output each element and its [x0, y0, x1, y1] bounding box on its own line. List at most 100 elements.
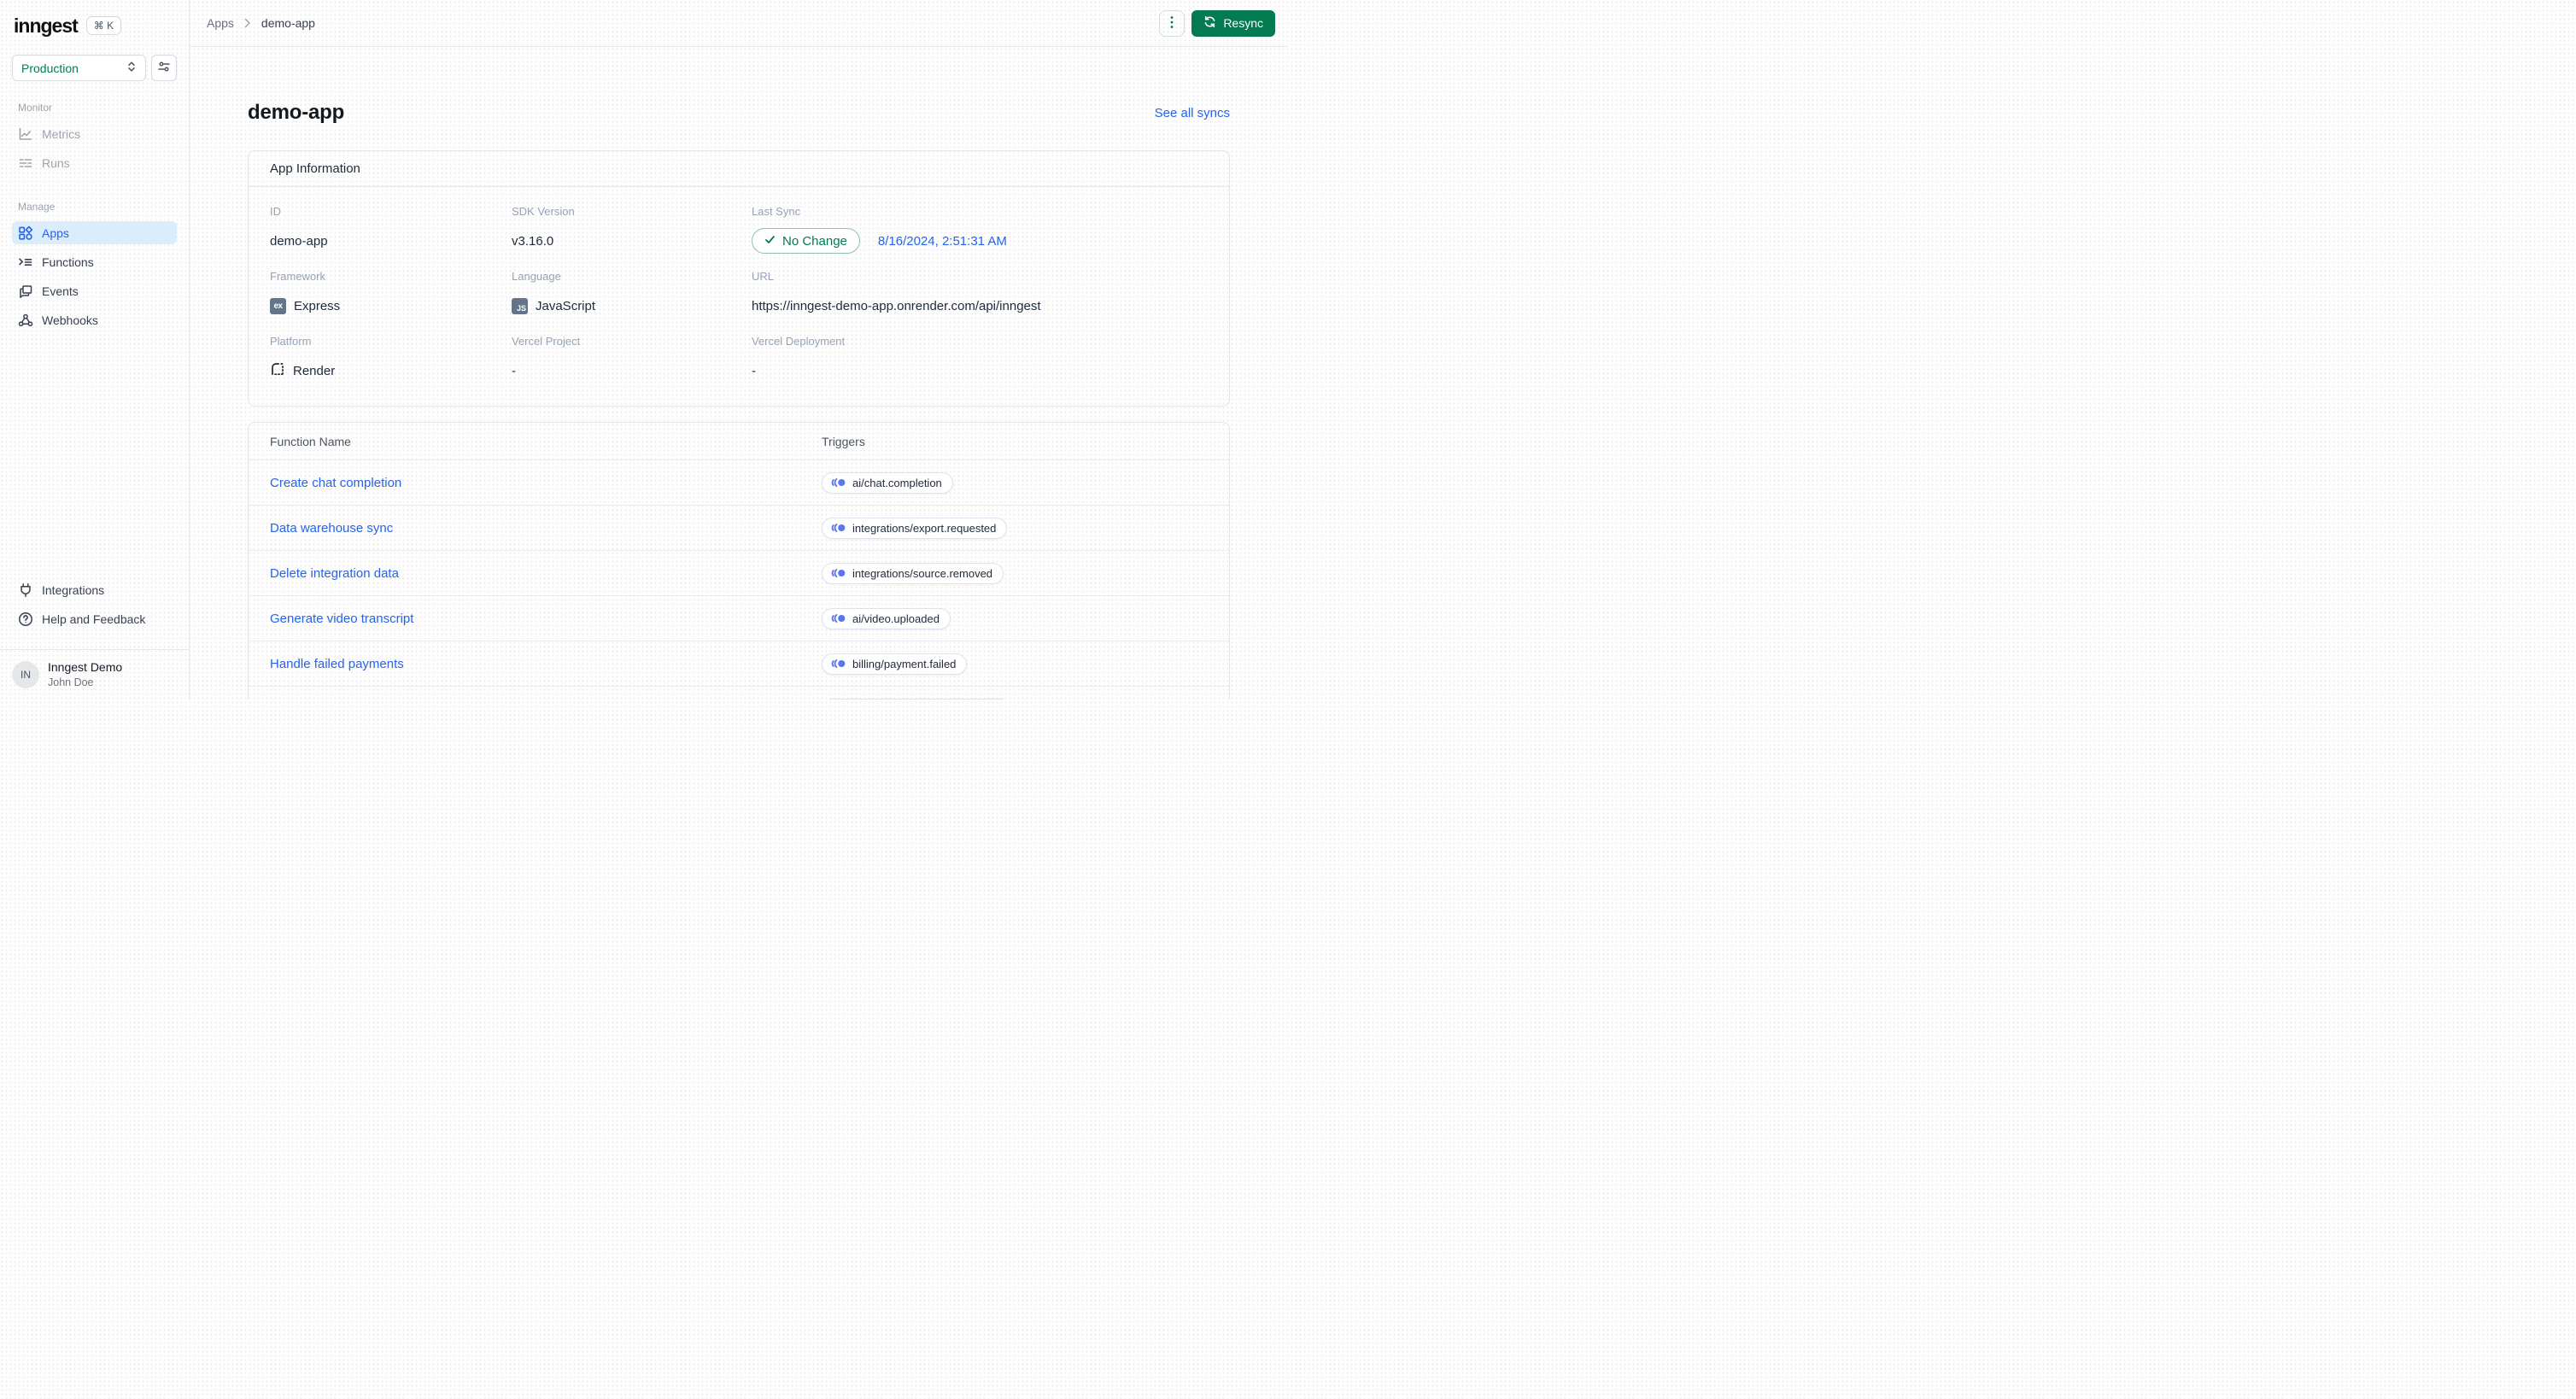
field-sdk-version: SDK Version v3.16.0: [512, 205, 752, 254]
field-label: Platform: [270, 335, 312, 348]
last-sync-timestamp-link[interactable]: 8/16/2024, 2:51:31 AM: [878, 234, 1007, 249]
field-platform: Platform Render: [270, 335, 512, 383]
sidebar-item-label: Help and Feedback: [42, 612, 146, 626]
table-header: Function Name Triggers: [249, 423, 1229, 460]
environment-row: Production: [12, 55, 177, 81]
framework-name: Express: [294, 298, 341, 313]
sidebar-item-label: Events: [42, 284, 79, 298]
page-content: demo-app See all syncs App Information I…: [190, 47, 1288, 700]
sidebar-item-label: Webhooks: [42, 313, 98, 327]
resync-button[interactable]: Resync: [1191, 9, 1275, 37]
environment-label: Production: [21, 61, 79, 75]
field-id: ID demo-app: [270, 205, 512, 254]
breadcrumb-apps[interactable]: Apps: [207, 16, 234, 30]
trigger-pill: ai/chat.completion: [822, 471, 953, 494]
title-row: demo-app See all syncs: [248, 101, 1230, 125]
field-label: Vercel Deployment: [752, 335, 846, 348]
see-all-syncs-link[interactable]: See all syncs: [1155, 106, 1230, 120]
table-row: Generate video transcript ai/video.uploa…: [249, 595, 1229, 641]
field-label: Last Sync: [752, 205, 801, 218]
trigger-pill: integrations/export.requested: [822, 517, 1008, 539]
more-actions-button[interactable]: [1159, 9, 1186, 37]
sidebar-item-label: Apps: [42, 225, 69, 240]
table-row: Delete integration data integrations/sou…: [249, 550, 1229, 595]
trigger-name: integrations/source.removed: [852, 566, 993, 580]
field-value: https://inngest-demo-app.onrender.com/ap…: [752, 298, 1041, 313]
sidebar-item-runs[interactable]: Runs: [12, 151, 177, 174]
environment-select[interactable]: Production: [12, 55, 146, 81]
sidebar-section-manage: Manage: [18, 201, 56, 213]
express-icon: ex: [270, 297, 286, 314]
field-label: Language: [512, 270, 561, 283]
resync-label: Resync: [1223, 16, 1263, 30]
field-label: URL: [752, 270, 775, 283]
app-root: inngest ⌘ K Production Monitor Metrics R…: [0, 0, 1288, 700]
app-information-grid: ID demo-app SDK Version v3.16.0 Last Syn…: [249, 187, 1229, 406]
field-vercel-deployment: Vercel Deployment -: [752, 335, 1208, 383]
refresh-icon: [1203, 15, 1216, 31]
function-link[interactable]: Delete integration data: [270, 566, 822, 581]
trigger-pill: ai/video.uploaded: [822, 607, 951, 629]
apps-grid-icon: [18, 225, 33, 241]
environment-settings-button[interactable]: [151, 55, 177, 81]
user-menu[interactable]: IN Inngest Demo John Doe: [0, 649, 189, 700]
trigger-name: ai/video.uploaded: [852, 612, 940, 625]
event-trigger-icon: [831, 613, 846, 623]
sidebar-item-label: Runs: [42, 155, 70, 170]
webhook-icon: [18, 313, 33, 328]
sidebar-item-help[interactable]: Help and Feedback: [12, 607, 177, 630]
user-name: John Doe: [48, 676, 94, 688]
check-icon: [764, 234, 776, 249]
trigger-pill: integrations/source.connected: [822, 698, 1012, 700]
sidebar-item-events[interactable]: Events: [12, 279, 177, 302]
topbar: Apps demo-app Resync: [190, 0, 1288, 47]
field-label: Vercel Project: [512, 335, 581, 348]
column-function-name: Function Name: [270, 434, 351, 448]
sidebar-item-functions[interactable]: Functions: [12, 250, 177, 273]
field-language: Language JS JavaScript: [512, 270, 752, 319]
chevron-updown-icon: [126, 61, 137, 75]
table-row: Data warehouse sync integrations/export.…: [249, 505, 1229, 550]
list-runs-icon: [18, 155, 33, 171]
page-title: demo-app: [248, 101, 345, 124]
event-trigger-icon: [831, 659, 846, 669]
functions-icon: [18, 255, 33, 270]
sidebar-item-webhooks[interactable]: Webhooks: [12, 308, 177, 331]
chart-icon: [18, 126, 33, 142]
table-row: Create chat completion ai/chat.completio…: [249, 460, 1229, 505]
field-label: ID: [270, 205, 281, 218]
trigger-name: integrations/export.requested: [852, 521, 997, 535]
function-link[interactable]: Create chat completion: [270, 476, 822, 490]
function-link[interactable]: Generate video transcript: [270, 612, 822, 626]
field-label: Framework: [270, 270, 326, 283]
sidebar-item-label: Metrics: [42, 126, 81, 141]
events-windows-icon: [18, 284, 33, 299]
user-info: Inngest Demo John Doe: [48, 660, 122, 689]
avatar: IN: [12, 661, 39, 689]
language-name: JavaScript: [536, 298, 596, 313]
sidebar-item-apps[interactable]: Apps: [12, 221, 177, 244]
function-link[interactable]: Handle failed payments: [270, 657, 822, 671]
sidebar: inngest ⌘ K Production Monitor Metrics R…: [0, 0, 190, 700]
field-value: -: [512, 363, 516, 378]
function-link[interactable]: Data warehouse sync: [270, 521, 822, 536]
logo-row: inngest ⌘ K: [0, 12, 189, 39]
column-triggers: Triggers: [822, 434, 865, 448]
app-information-card: App Information ID demo-app SDK Version …: [248, 150, 1230, 407]
sidebar-item-metrics[interactable]: Metrics: [12, 122, 177, 145]
field-label: SDK Version: [512, 205, 575, 218]
sidebar-section-monitor: Monitor: [18, 102, 53, 114]
field-last-sync: Last Sync No Change 8/16/2024, 2:51:31 A…: [752, 205, 1208, 254]
command-k-shortcut[interactable]: ⌘ K: [85, 16, 122, 35]
field-vercel-project: Vercel Project -: [512, 335, 752, 383]
field-value: JS JavaScript: [512, 293, 752, 319]
kebab-icon: [1170, 15, 1174, 32]
sidebar-item-integrations[interactable]: Integrations: [12, 578, 177, 601]
field-value: ex Express: [270, 293, 512, 319]
field-framework: Framework ex Express: [270, 270, 512, 319]
trigger-pill: billing/payment.failed: [822, 653, 968, 675]
platform-name: Render: [293, 363, 336, 378]
field-value: demo-app: [270, 233, 328, 249]
field-value: v3.16.0: [512, 233, 554, 249]
